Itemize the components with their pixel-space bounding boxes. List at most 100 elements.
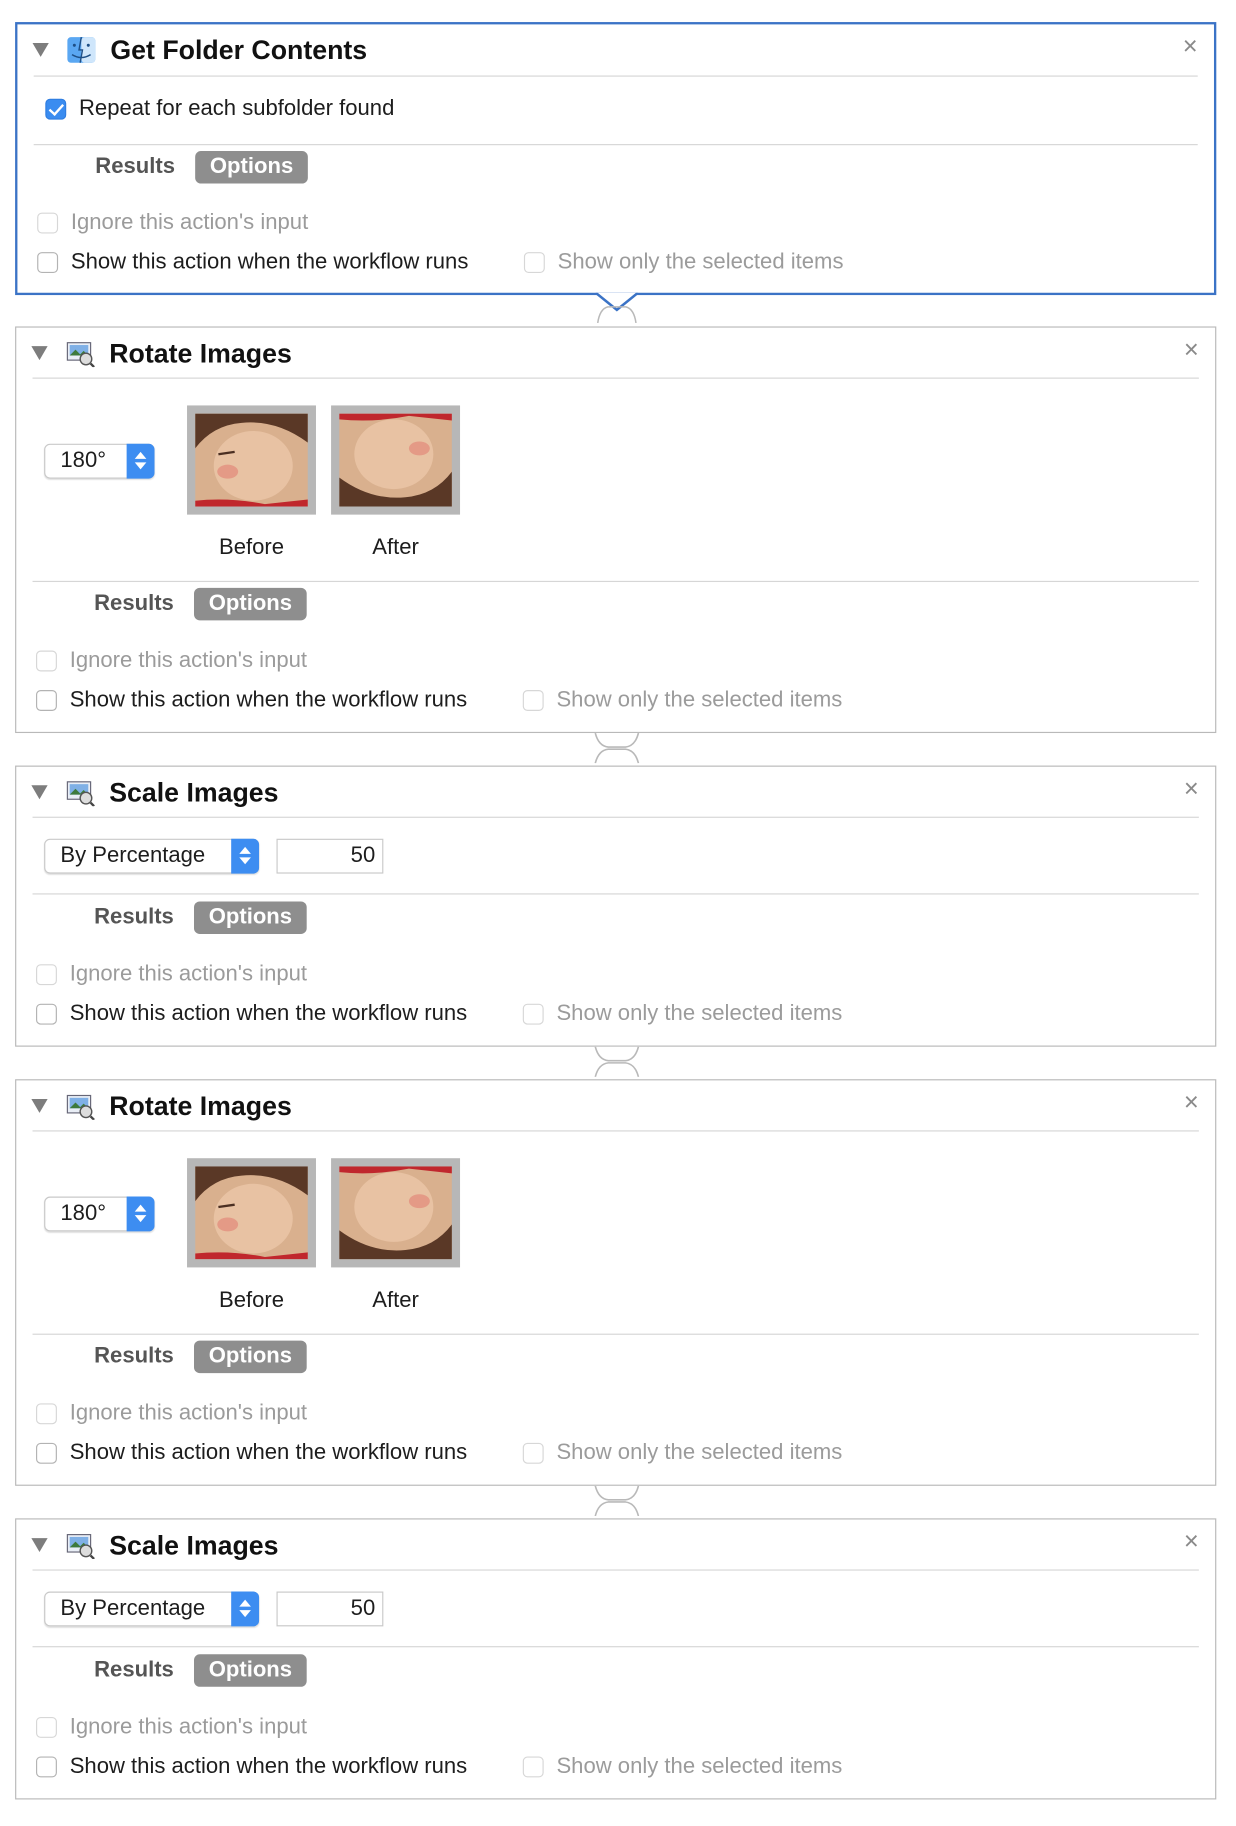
stepper-arrows-icon[interactable] [231,1591,260,1627]
show-only-selected-option: Show only the selected items [522,1754,843,1780]
repeat-option[interactable]: Repeat for each subfolder found [45,96,394,122]
rotation-popup[interactable]: 180° [44,443,155,479]
show-action-checkbox[interactable] [37,252,59,273]
show-action-option[interactable]: Show this action when the workflow runs [37,250,468,276]
disclosure-triangle-icon[interactable] [31,1538,48,1553]
show-action-checkbox[interactable] [36,1003,57,1025]
stepper-arrows-icon[interactable] [231,838,260,874]
stepper-arrows-icon[interactable] [126,1196,155,1232]
scale-value-field[interactable]: 50 [276,1591,384,1627]
ignore-input-option: Ignore this action's input [36,1715,307,1741]
divider [32,580,1199,583]
before-caption: Before [218,1288,285,1313]
show-action-label: Show this action when the workflow runs [69,1001,468,1026]
finder-icon [66,36,96,64]
preview-icon [65,1092,95,1121]
ignore-input-label: Ignore this action's input [69,1401,308,1426]
action-scale-images[interactable]: Scale Images × By Percentage 50 Results … [15,1518,1217,1800]
close-icon[interactable]: × [1184,336,1199,363]
action-scale-images[interactable]: Scale Images × By Percentage 50 Results … [15,765,1217,1047]
divider [32,1646,1199,1648]
repeat-checkbox[interactable] [45,98,67,120]
flow-connector [594,1046,640,1077]
show-action-option[interactable]: Show this action when the workflow runs [36,688,467,714]
close-icon[interactable]: × [1184,1089,1199,1116]
disclosure-triangle-icon[interactable] [31,785,48,800]
show-only-selected-option: Show only the selected items [522,1001,842,1027]
show-only-selected-checkbox [522,1756,544,1778]
show-action-checkbox[interactable] [36,1442,57,1464]
before-image [187,405,316,515]
divider [32,377,1199,379]
close-icon[interactable]: × [1184,1528,1199,1555]
after-image [331,1158,461,1268]
scale-mode-popup[interactable]: By Percentage [44,838,260,874]
workflow-area: Get Folder Contents × Repeat for each su… [0,0,1236,1826]
action-get-folder-contents[interactable]: Get Folder Contents × Repeat for each su… [15,22,1217,296]
scale-mode-popup[interactable]: By Percentage [44,1591,260,1627]
tab-options[interactable]: Options [194,151,309,184]
divider [32,893,1199,895]
results-options-tabs: Results Options [79,587,312,621]
action-header[interactable]: Rotate Images × [16,328,1215,379]
action-header[interactable]: Scale Images × [16,1520,1215,1571]
show-action-label: Show this action when the workflow runs [69,1440,468,1465]
ignore-input-option: Ignore this action's input [36,1401,307,1427]
ignore-input-checkbox [36,1403,57,1425]
show-action-checkbox[interactable] [36,1756,57,1778]
show-action-option[interactable]: Show this action when the workflow runs [36,1754,467,1780]
show-only-selected-option: Show only the selected items [522,1440,843,1467]
divider [32,1130,1199,1132]
action-title: Get Folder Contents [110,34,368,66]
show-action-option[interactable]: Show this action when the workflow runs [36,1441,467,1467]
tab-results[interactable]: Results [79,1654,189,1687]
ignore-input-checkbox [36,1716,57,1738]
tab-results[interactable]: Results [79,588,189,621]
tab-options[interactable]: Options [193,587,308,621]
show-action-option[interactable]: Show this action when the workflow runs [36,1001,467,1027]
show-action-label: Show this action when the workflow runs [70,249,469,275]
tab-options[interactable]: Options [193,901,308,935]
show-only-selected-label: Show only the selected items [556,1754,843,1779]
action-rotate-images[interactable]: Rotate Images × 180° Before After Result… [15,326,1217,734]
action-title: Rotate Images [109,1090,292,1122]
stepper-arrows-icon[interactable] [126,443,155,479]
action-rotate-images[interactable]: Rotate Images × 180° Before After Result… [15,1079,1217,1486]
results-options-tabs: Results Options [80,151,313,184]
ignore-input-label: Ignore this action's input [69,648,308,673]
after-image [331,405,461,515]
close-icon[interactable]: × [1183,33,1198,60]
preview-icon [65,339,95,368]
divider [33,144,1198,146]
ignore-input-option: Ignore this action's input [37,210,308,236]
action-header[interactable]: Scale Images × [16,767,1215,818]
show-action-label: Show this action when the workflow runs [69,1754,468,1779]
preview-icon [65,778,95,808]
tab-results[interactable]: Results [79,901,189,934]
show-only-selected-checkbox [522,1003,544,1025]
tab-options[interactable]: Options [193,1340,308,1374]
action-title: Scale Images [109,777,279,808]
show-only-selected-checkbox [523,252,545,273]
tab-results[interactable]: Results [80,151,190,184]
action-header[interactable]: Rotate Images × [16,1080,1215,1131]
disclosure-triangle-icon[interactable] [31,346,48,361]
rotation-value: 180° [60,1201,107,1226]
disclosure-triangle-icon[interactable] [32,42,49,57]
results-options-tabs: Results Options [79,1340,312,1374]
flow-connector [594,1485,640,1517]
action-header[interactable]: Get Folder Contents × [17,24,1214,75]
show-action-checkbox[interactable] [36,690,57,711]
after-caption: After [372,535,419,560]
tab-results[interactable]: Results [79,1341,189,1374]
flow-connector [594,292,639,323]
show-action-label: Show this action when the workflow runs [69,687,468,713]
rotation-popup[interactable]: 180° [44,1196,155,1232]
tab-options[interactable]: Options [193,1654,308,1687]
show-only-selected-label: Show only the selected items [556,1440,843,1465]
disclosure-triangle-icon[interactable] [31,1098,48,1113]
close-icon[interactable]: × [1184,775,1199,802]
show-only-selected-label: Show only the selected items [556,687,843,713]
scale-value-field[interactable]: 50 [276,838,384,874]
preview-icon [65,1531,95,1560]
